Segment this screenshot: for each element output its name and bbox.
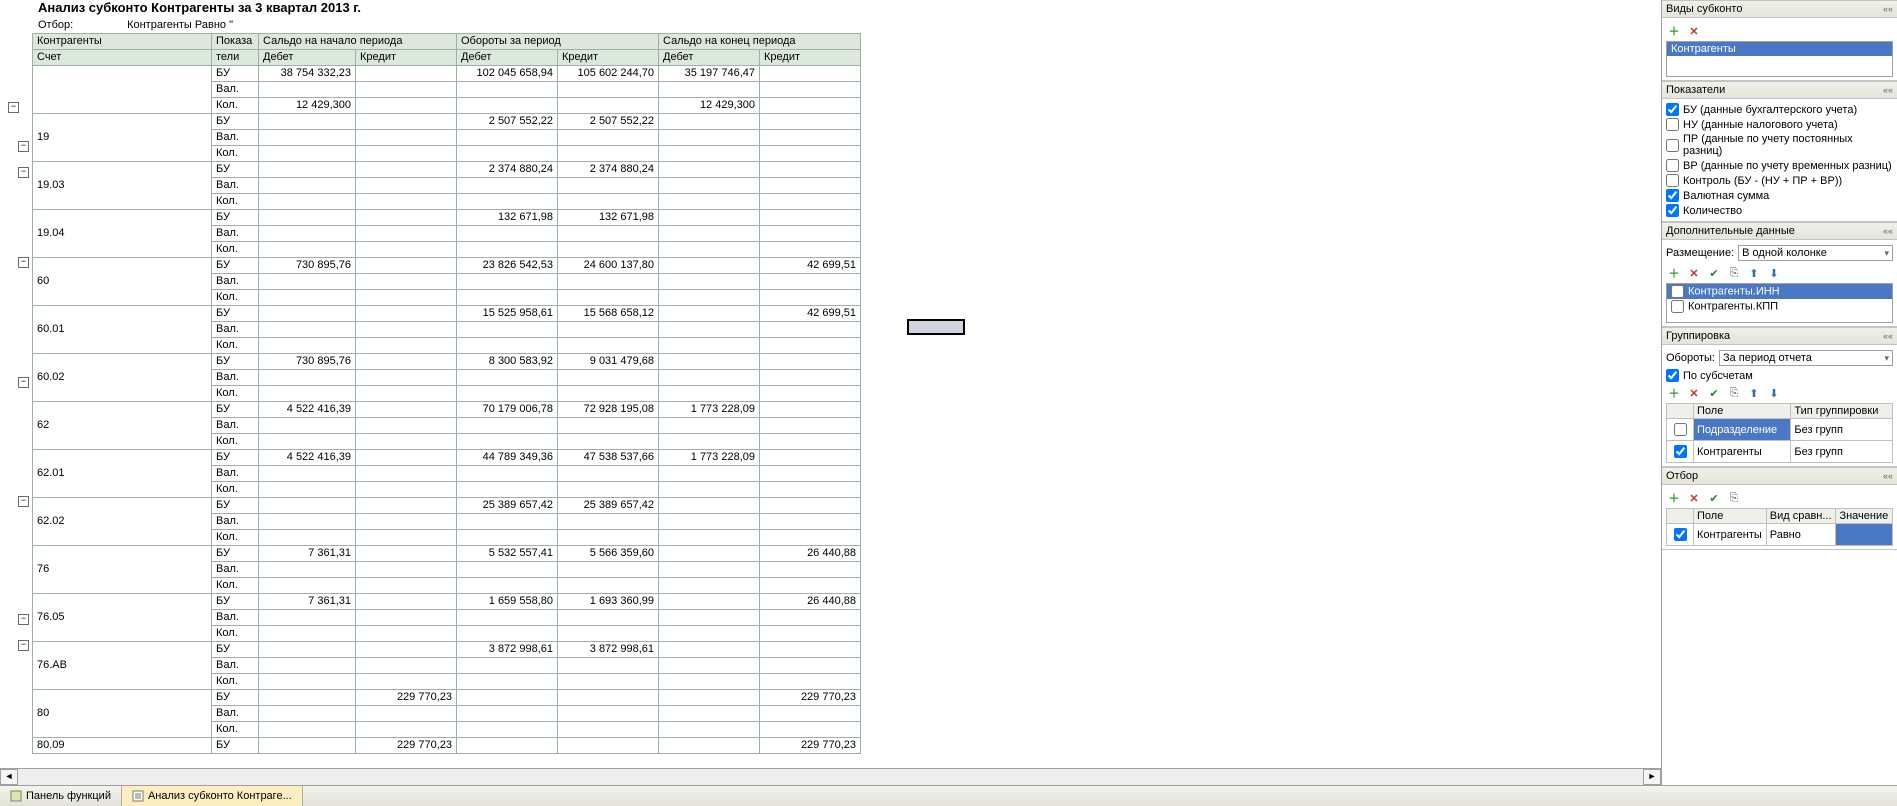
report-icon xyxy=(132,790,144,802)
indicator-checkbox[interactable] xyxy=(1666,204,1679,217)
move-up-icon[interactable]: ⬆ xyxy=(1746,265,1762,281)
table-cell-account[interactable]: 76.05 xyxy=(33,594,212,642)
collapse-icon[interactable]: «« xyxy=(1883,471,1893,481)
filter-grid[interactable]: ПолеВид сравн...Значение Контрагенты Рав… xyxy=(1666,508,1893,546)
add-icon[interactable]: ＋ xyxy=(1666,265,1682,281)
table-cell-account[interactable]: 80.09 xyxy=(33,738,212,754)
copy-icon[interactable]: ⎘ xyxy=(1726,265,1742,281)
tree-toggle[interactable]: − xyxy=(18,496,29,507)
tree-toggle[interactable]: − xyxy=(18,377,29,388)
by-subaccounts-checkbox[interactable] xyxy=(1666,369,1679,382)
add-icon[interactable]: ＋ xyxy=(1666,23,1682,39)
table-cell-account[interactable]: 62 xyxy=(33,402,212,450)
tree-toggle[interactable]: − xyxy=(18,257,29,268)
panel-header-grouping[interactable]: Группировка«« xyxy=(1662,327,1897,345)
grid-cell[interactable]: Без групп xyxy=(1791,441,1893,463)
subconto-types-list[interactable]: Контрагенты xyxy=(1666,41,1893,77)
cell-cursor xyxy=(907,319,965,335)
delete-icon[interactable]: ✕ xyxy=(1686,23,1702,39)
report-title: Анализ субконто Контрагенты за 3 квартал… xyxy=(0,0,1661,19)
grid-cell[interactable]: Без групп xyxy=(1791,419,1893,441)
table-cell-account[interactable]: 62.01 xyxy=(33,450,212,498)
copy-icon[interactable]: ⎘ xyxy=(1726,385,1742,401)
grid-cell[interactable]: Контрагенты xyxy=(1694,441,1791,463)
placement-select[interactable]: В одной колонке▾ xyxy=(1738,245,1893,261)
table-cell-account[interactable]: 60.01 xyxy=(33,306,212,354)
collapse-icon[interactable]: «« xyxy=(1883,4,1893,14)
move-down-icon[interactable]: ⬇ xyxy=(1766,265,1782,281)
panel-header-extra-data[interactable]: Дополнительные данные«« xyxy=(1662,222,1897,240)
tree-toggle[interactable]: − xyxy=(18,614,29,625)
taskbar-tab-report[interactable]: Анализ субконто Контраге... xyxy=(122,786,303,806)
delete-icon[interactable]: ✕ xyxy=(1686,265,1702,281)
report-filter: Отбор: Контрагенты Равно " xyxy=(0,19,1661,33)
report-table[interactable]: Контрагенты Показа Сальдо на начало пери… xyxy=(32,33,861,754)
taskbar: Панель функций Анализ субконто Контраге.… xyxy=(0,785,1897,806)
tree-toggle[interactable]: − xyxy=(18,141,29,152)
panel-header-filter[interactable]: Отбор«« xyxy=(1662,467,1897,485)
turnover-select[interactable]: За период отчета▾ xyxy=(1719,350,1893,366)
panel-header-indicators[interactable]: Показатели«« xyxy=(1662,81,1897,99)
horizontal-scrollbar[interactable]: ◄ ► xyxy=(0,768,1661,785)
functions-icon xyxy=(10,790,22,802)
scroll-right-button[interactable]: ► xyxy=(1643,769,1661,785)
indicator-checkbox[interactable] xyxy=(1666,189,1679,202)
delete-icon[interactable]: ✕ xyxy=(1686,490,1702,506)
grid-cell[interactable]: Подразделение xyxy=(1694,419,1791,441)
table-cell-account[interactable]: 19.03 xyxy=(33,162,212,210)
add-icon[interactable]: ＋ xyxy=(1666,385,1682,401)
grid-cell[interactable]: Контрагенты xyxy=(1694,524,1767,546)
extra-data-list[interactable]: Контрагенты.ИННКонтрагенты.КПП xyxy=(1666,283,1893,323)
copy-icon[interactable]: ⎘ xyxy=(1726,490,1742,506)
table-cell-account[interactable]: 76.АВ xyxy=(33,642,212,690)
tree-toggle[interactable]: − xyxy=(18,640,29,651)
table-cell-account[interactable]: 76 xyxy=(33,546,212,594)
indicator-checkbox[interactable] xyxy=(1666,118,1679,131)
table-cell-account[interactable]: 19.04 xyxy=(33,210,212,258)
check-icon[interactable]: ✔ xyxy=(1706,265,1722,281)
indicator-checkbox[interactable] xyxy=(1666,174,1679,187)
grid-cell[interactable] xyxy=(1836,524,1893,546)
table-cell-account[interactable]: 19 xyxy=(33,114,212,162)
table-cell-account[interactable] xyxy=(33,66,212,114)
table-cell-account[interactable]: 60.02 xyxy=(33,354,212,402)
collapse-icon[interactable]: «« xyxy=(1883,226,1893,236)
list-item[interactable]: Контрагенты.ИНН xyxy=(1667,284,1892,299)
table-cell-account[interactable]: 60 xyxy=(33,258,212,306)
collapse-icon[interactable]: «« xyxy=(1883,85,1893,95)
tree-toggle[interactable]: − xyxy=(18,167,29,178)
list-item[interactable]: Контрагенты.КПП xyxy=(1667,299,1892,314)
scroll-left-button[interactable]: ◄ xyxy=(0,769,18,785)
add-icon[interactable]: ＋ xyxy=(1666,490,1682,506)
check-icon[interactable]: ✔ xyxy=(1706,385,1722,401)
indicator-checkbox[interactable] xyxy=(1666,139,1679,152)
check-icon[interactable]: ✔ xyxy=(1706,490,1722,506)
grouping-grid[interactable]: ПолеТип группировки Подразделение Без гр… xyxy=(1666,403,1893,463)
table-cell-account[interactable]: 80 xyxy=(33,690,212,738)
delete-icon[interactable]: ✕ xyxy=(1686,385,1702,401)
move-down-icon[interactable]: ⬇ xyxy=(1766,385,1782,401)
taskbar-tab-functions[interactable]: Панель функций xyxy=(0,786,122,806)
move-up-icon[interactable]: ⬆ xyxy=(1746,385,1762,401)
collapse-icon[interactable]: «« xyxy=(1883,331,1893,341)
indicator-checkbox[interactable] xyxy=(1666,159,1679,172)
table-cell-account[interactable]: 62.02 xyxy=(33,498,212,546)
grid-cell[interactable]: Равно xyxy=(1766,524,1836,546)
indicator-checkbox[interactable] xyxy=(1666,103,1679,116)
panel-header-subconto-types[interactable]: Виды субконто«« xyxy=(1662,0,1897,18)
tree-toggle[interactable]: − xyxy=(8,102,19,113)
